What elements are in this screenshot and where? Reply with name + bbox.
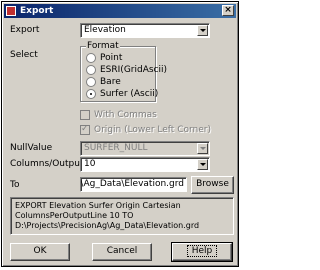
radio-icon[interactable] <box>86 53 96 63</box>
radio-icon[interactable] <box>86 65 96 75</box>
origin-label: Origin (Lower Left Corner) <box>94 125 211 135</box>
cancel-button-label: Cancel <box>106 246 138 256</box>
browse-button[interactable]: Browse <box>191 176 234 194</box>
chevron-down-icon[interactable] <box>197 143 208 154</box>
export-label: Export <box>10 25 40 35</box>
format-option-label: ESRI(GridAscii) <box>100 65 168 75</box>
columns-per-output-line-value: 10 <box>84 159 96 169</box>
cancel-button[interactable]: Cancel <box>92 243 152 261</box>
chevron-down-icon[interactable] <box>197 25 208 36</box>
export-dropdown-value: Elevation <box>84 25 126 35</box>
checkbox-checked-icon[interactable] <box>80 124 90 135</box>
format-option-label: Surfer (Ascii) <box>100 89 159 99</box>
checkbox-icon[interactable] <box>80 110 90 120</box>
radio-selected-icon[interactable] <box>86 89 96 99</box>
export-dialog: Export × Export Elevation Select Format … <box>1 1 239 267</box>
radio-icon[interactable] <box>86 77 96 87</box>
to-label: To <box>10 180 20 190</box>
format-option-label: Bare <box>100 77 121 87</box>
to-path-input[interactable]: cisionAg\Ag_Data\Elevation.grd <box>80 177 187 192</box>
chevron-down-icon[interactable] <box>197 159 208 170</box>
help-button-label: Help <box>186 245 218 257</box>
close-button[interactable]: × <box>222 5 234 16</box>
format-group: Format Point ESRI(GridAscii) Bare Surfer… <box>80 41 167 102</box>
export-dropdown[interactable]: Elevation <box>80 23 210 38</box>
select-label: Select <box>10 50 38 60</box>
columns-per-output-line-dropdown[interactable]: 10 <box>80 157 210 172</box>
ok-button[interactable]: OK <box>10 243 70 261</box>
with-commas-label: With Commas <box>94 110 157 120</box>
help-button[interactable]: Help <box>171 242 233 262</box>
app-icon <box>6 6 16 16</box>
ok-button-label: OK <box>33 246 47 256</box>
browse-button-label: Browse <box>196 179 229 189</box>
null-value-dropdown[interactable]: SURFER_NULL <box>80 141 210 156</box>
null-value-dropdown-value: SURFER_NULL <box>84 143 148 153</box>
command-preview: EXPORT Elevation Surfer Origin Cartesian… <box>10 197 234 235</box>
title-bar: Export × <box>4 4 236 18</box>
format-group-label: Format <box>86 41 120 51</box>
format-option-label: Point <box>100 53 123 63</box>
to-path-value: cisionAg\Ag_Data\Elevation.grd <box>80 179 184 189</box>
window-title: Export <box>20 6 54 16</box>
null-value-label: NullValue <box>10 143 53 153</box>
